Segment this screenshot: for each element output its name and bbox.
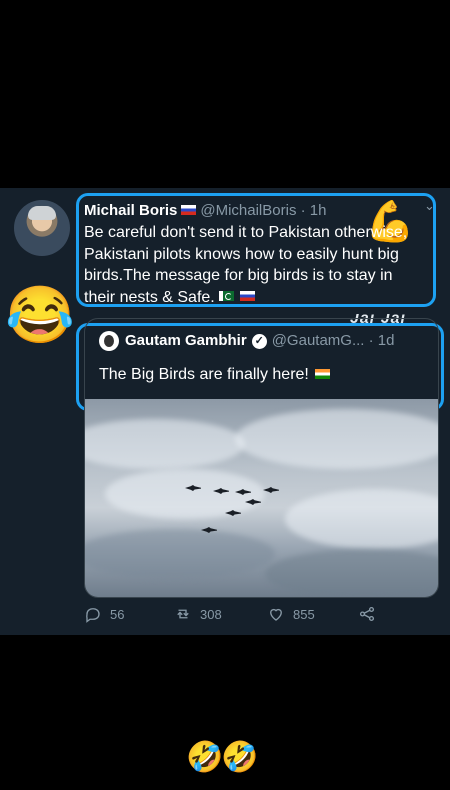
quoted-author-name[interactable]: Gautam Gambhir [125,332,247,349]
reply-icon [86,608,100,623]
like-count: 855 [293,606,315,622]
pakistan-flag-icon [218,291,234,302]
tweet-text: Be careful don't send it to Pakistan oth… [84,222,414,308]
author-avatar[interactable] [14,200,70,256]
tweet-card[interactable]: 😂 Michail Boris @MichailBoris · 1h 💪 ⌄ Be… [0,188,450,635]
tweet-time[interactable]: · 1h [301,202,327,219]
laughing-crying-emoji-icon: 😂 [5,283,75,346]
retweet-action[interactable]: 308 [174,605,222,623]
quoted-author-avatar[interactable] [99,331,119,351]
retweet-count: 308 [200,606,222,622]
share-icon [359,606,375,622]
russia-flag-icon [239,291,255,302]
cloud-shape [85,529,275,579]
cloud-shape [235,409,438,469]
quoted-author-handle[interactable]: @GautamG... [272,332,365,349]
share-action[interactable] [358,605,376,623]
reply-action[interactable]: 56 [84,605,124,623]
cloud-shape [265,549,438,597]
author-handle[interactable]: @MichailBoris [200,202,296,219]
heart-icon [270,608,282,621]
quoted-tweet-time[interactable]: · 1d [369,332,395,349]
india-flag-icon [314,368,330,379]
reply-count: 56 [110,606,125,622]
tweet-actions: 56 308 855 [80,605,410,627]
quoted-tweet-body: The Big Birds are finally here! [99,366,309,383]
quoted-tweet-header: Gautam Gambhir ✓ @GautamG... · 1d [99,331,395,351]
retweet-icon [177,609,189,619]
cloud-shape [285,489,438,549]
quoted-tweet-text: The Big Birds are finally here! [99,366,330,384]
rolling-laughing-emoji-icon: 🤣🤣 [186,741,259,774]
author-name[interactable]: Michail Boris [84,202,177,219]
quoted-tweet[interactable]: Gautam Gambhir ✓ @GautamG... · 1d The Big … [84,318,439,598]
fighter-jet [263,487,279,493]
tweet-header: Michail Boris @MichailBoris · 1h [84,202,326,219]
like-action[interactable]: 855 [267,605,315,623]
cloud-shape [85,419,245,469]
verified-badge-icon: ✓ [251,333,267,349]
russia-flag-icon [181,205,197,216]
quoted-tweet-image[interactable] [85,399,438,597]
chevron-down-icon[interactable]: ⌄ [424,198,435,214]
